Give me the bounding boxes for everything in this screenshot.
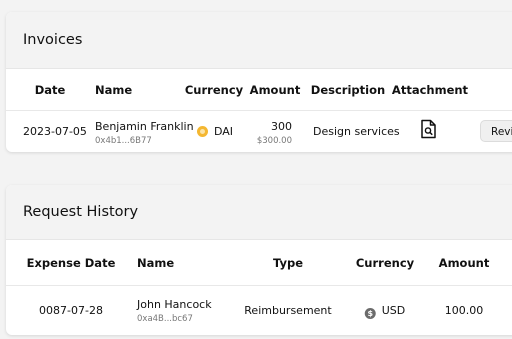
column-header-currency: Currency <box>355 256 415 270</box>
requester-address: 0xa4B...bc67 <box>137 314 193 324</box>
recipient-name: Benjamin Franklin <box>95 120 194 133</box>
column-header-amount: Amount <box>249 83 301 97</box>
expense-date: 0087-07-28 <box>39 304 103 317</box>
invoices-title: Invoices <box>6 12 512 69</box>
currency-code: USD <box>381 304 406 317</box>
column-header-description: Description <box>310 83 386 97</box>
header-divider <box>6 285 512 286</box>
requester-name: John Hancock <box>137 298 212 311</box>
amount-fiat: $300.00 <box>256 136 292 146</box>
invoice-description: Design services <box>313 125 400 138</box>
recipient-address: 0x4b1...6B77 <box>95 136 152 146</box>
invoice-currency: DAI <box>197 125 233 138</box>
column-header-type: Type <box>272 256 304 270</box>
file-search-icon[interactable] <box>420 119 437 143</box>
expense-currency: $ USD <box>364 304 406 319</box>
currency-code: DAI <box>214 125 234 138</box>
dai-coin-icon <box>197 126 208 137</box>
invoice-amount: 300 $300.00 <box>257 120 292 146</box>
column-header-amount: Amount <box>438 256 490 270</box>
column-header-name: Name <box>95 83 133 97</box>
column-header-date: Date <box>34 83 66 97</box>
request-history-title: Request History <box>6 185 512 240</box>
expense-type: Reimbursement <box>244 304 332 317</box>
column-header-currency: Currency <box>184 83 244 97</box>
column-header-expense-date: Expense Date <box>26 256 116 270</box>
invoices-card: Invoices Date Name Currency Amount Descr… <box>6 12 512 152</box>
expense-requester: John Hancock 0xa4B...bc67 <box>137 298 212 324</box>
invoice-date: 2023-07-05 <box>23 125 87 138</box>
header-divider <box>6 110 512 111</box>
usd-coin-icon: $ <box>364 308 376 319</box>
column-header-attachment: Attachment <box>391 83 469 97</box>
column-header-name: Name <box>137 256 175 270</box>
invoice-recipient: Benjamin Franklin 0x4b1...6B77 <box>95 120 194 146</box>
expense-amount: 100.00 <box>444 304 484 317</box>
review-button[interactable]: Review <box>480 120 512 142</box>
request-history-card: Request History Expense Date Name Type C… <box>6 185 512 335</box>
amount-value: 300 <box>271 120 292 133</box>
